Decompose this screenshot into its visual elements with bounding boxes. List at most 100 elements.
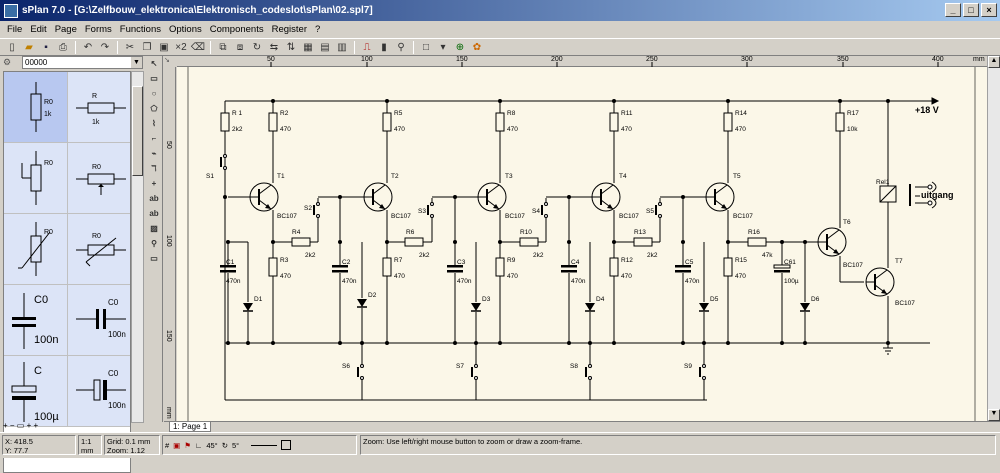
menu-register[interactable]: Register [268,24,311,35]
menu-page[interactable]: Page [51,24,81,35]
scrollbar-thumb[interactable] [132,86,143,176]
title-bar: sPlan 7.0 - [G:\Zelfbouw_elektronica\Ele… [0,0,1000,21]
library-scrollbar[interactable] [131,71,144,423]
value-c4: 470n [571,278,586,285]
maximize-button[interactable]: □ [963,3,979,17]
menu-components[interactable]: Components [206,24,268,35]
value-r13: 2k2 [647,252,658,259]
component-potentiometer-vertical[interactable]: R0 [4,143,68,214]
delete-icon[interactable]: ⌫ [190,40,206,55]
component-name: C0 [108,298,119,307]
coordinates-panel: X: 418.5 Y: 77.7 [2,435,76,455]
rotate-icon[interactable]: ↻ [249,40,265,55]
page-tabs-bar: 1: Page 1 [164,421,1000,432]
mirror-v-icon[interactable]: ⇅ [283,40,299,55]
grid-icon[interactable]: # [165,441,169,450]
label-t3: T3 [505,173,513,180]
rotate-angle-icon[interactable]: ↻ [222,441,228,450]
component-capacitor-horizontal[interactable]: C0 100n [68,285,130,356]
junction-icon[interactable]: + [147,176,161,191]
polygon-icon[interactable]: ⬠ [147,101,161,116]
chevron-down-icon[interactable]: ▼ [131,57,142,68]
mirror-h-icon[interactable]: ⇆ [266,40,282,55]
textbox-icon[interactable]: ab [147,206,161,221]
copy-icon[interactable]: ❐ [139,40,155,55]
save-icon[interactable]: ▪ [38,40,54,55]
schematic-canvas[interactable]: +18 V uitgang Rel1 R 1 2k2 R2 470 R3 470… [177,67,987,421]
cut-icon[interactable]: ✂ [122,40,138,55]
library-icon[interactable]: ▮ [376,40,392,55]
component-variable-resistor-horizontal[interactable]: R0 [68,214,130,285]
toolbar-separator [413,40,414,54]
component-resistor-horizontal[interactable]: R 1k [68,72,130,143]
align-icon[interactable]: ▥ [334,40,350,55]
polyline-icon[interactable]: ⌁ [147,146,161,161]
close-button[interactable]: × [981,3,997,17]
open-folder-icon[interactable]: ▰ [21,40,37,55]
component-variable-resistor-vertical[interactable]: R0 [4,214,68,285]
value-r4: 2k2 [305,252,316,259]
label-s1: S1 [206,173,214,180]
component-capacitor-vertical[interactable]: C0 100n [4,285,68,356]
component-name: C0 [108,369,119,378]
zoom-icon[interactable]: ⊕ [452,40,468,55]
label-d6: D6 [811,296,820,303]
component-name: R0 [44,229,53,236]
bezier-icon[interactable]: ⌇ [147,116,161,131]
line-icon[interactable]: ⌐ [147,131,161,146]
menu-edit[interactable]: Edit [26,24,50,35]
find-icon[interactable]: ⚲ [393,40,409,55]
snap-icon[interactable]: ▣ [173,441,180,450]
component-icon[interactable]: ⎍ [359,40,375,55]
minimize-button[interactable]: _ [945,3,961,17]
component-name: R0 [92,233,101,240]
label-c4: C4 [571,259,580,266]
tab-page-1[interactable]: 1: Page 1 [169,422,211,432]
duplicate-icon[interactable]: ×2 [173,40,189,55]
component-resistor-vertical[interactable]: R0 1k [4,72,68,143]
variable-resistor-horizontal-symbol: R0 [76,233,126,267]
ellipse-icon[interactable]: ○ [147,86,161,101]
magnifier-icon[interactable]: ⚲ [147,236,161,251]
send-back-icon[interactable]: ⧈ [232,40,248,55]
resistor-horizontal-symbol: R 1k [76,93,126,126]
rectangle-icon[interactable]: ▭ [147,71,161,86]
group-icon[interactable]: ▦ [300,40,316,55]
canvas-vertical-scrollbar[interactable]: ▲ ▼ [987,56,1000,421]
menu-options[interactable]: Options [165,24,206,35]
new-file-icon[interactable]: ▯ [4,40,20,55]
menu-file[interactable]: File [3,24,26,35]
magnet-icon[interactable]: ⚑ [184,441,191,450]
pointer-icon[interactable]: ↖ [147,56,161,71]
scroll-down-icon[interactable]: ▼ [988,409,1000,421]
label-r17: R17 [847,110,859,117]
redo-icon[interactable]: ↷ [97,40,113,55]
wire-icon[interactable]: ℸ [147,161,161,176]
settings-icon[interactable]: ✿ [469,40,485,55]
measure-icon[interactable]: ▭ [147,251,161,266]
image-icon[interactable]: ▨ [147,221,161,236]
fill-style-icon[interactable] [281,440,292,450]
text-icon[interactable]: ab [147,191,161,206]
ruler-tick-label: 400 [932,56,944,63]
menu-forms[interactable]: Forms [81,24,116,35]
angle-icon[interactable]: ∟ [195,441,202,450]
bring-front-icon[interactable]: ⧉ [215,40,231,55]
component-electrolytic-capacitor-horizontal[interactable]: C0 100n [68,356,130,427]
component-potentiometer-horizontal[interactable]: R0 [68,143,130,214]
undo-icon[interactable]: ↶ [80,40,96,55]
status-hint: Zoom: Use left/right mouse button to zoo… [360,435,996,455]
print-icon[interactable]: ⎙ [55,40,71,55]
component-electrolytic-capacitor-vertical[interactable]: C 100µ [4,356,68,427]
menu-functions[interactable]: Functions [116,24,165,35]
scroll-up-icon[interactable]: ▲ [988,56,1000,68]
toolbar-separator [75,40,76,54]
menu-help[interactable]: ? [311,24,324,35]
ungroup-icon[interactable]: ▤ [317,40,333,55]
chevron-down-icon[interactable]: ▾ [435,40,451,55]
library-add-icon[interactable]: + − ▭ + + [3,421,38,430]
page-format-icon[interactable]: □ [418,40,434,55]
paste-icon[interactable]: ▣ [156,40,172,55]
line-style-icon[interactable] [251,444,278,446]
library-selector[interactable]: 00000 ▼ [22,56,143,69]
